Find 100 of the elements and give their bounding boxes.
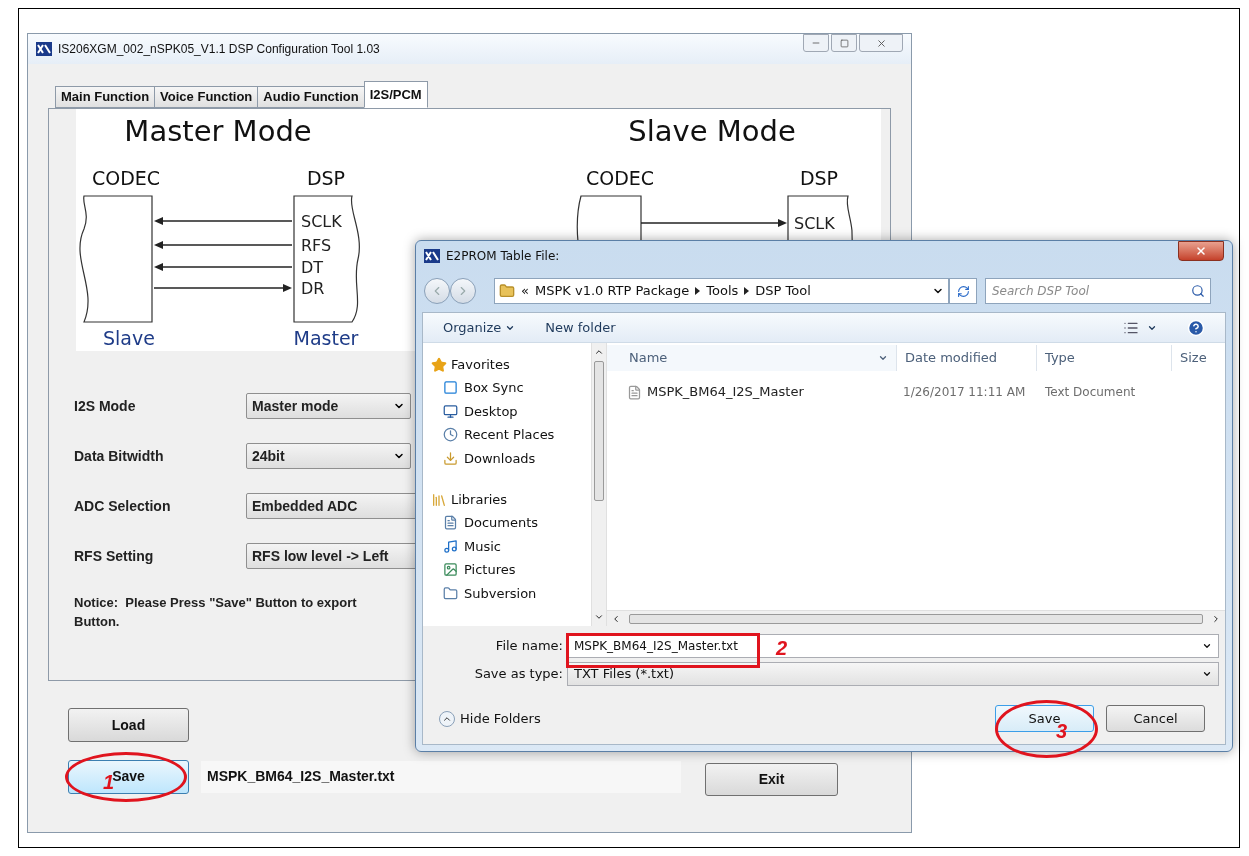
field-value: MSPK_BM64_I2S_Master.txt [207, 767, 395, 786]
block-label: CODEC [585, 167, 655, 189]
setting-label: ADC Selection [74, 496, 172, 516]
dropdown-value: TXT Files (*.txt) [574, 665, 674, 684]
refresh-button[interactable] [949, 278, 977, 304]
notice-text: Button. [74, 613, 120, 631]
dropdown-value: RFS low level -> Left [252, 546, 389, 566]
column-header[interactable]: Type [1037, 345, 1172, 371]
tab[interactable]: Main Function [55, 86, 156, 108]
signal-label: DT [301, 258, 324, 277]
tab[interactable]: Audio Function [257, 86, 365, 108]
field-label: File name: [494, 637, 563, 656]
signal-label: DR [301, 279, 325, 298]
setting-dropdown[interactable]: 24bit [246, 443, 411, 469]
field-label: Save as type: [473, 665, 563, 684]
diagram-title: Master Mode [124, 114, 312, 148]
help-icon[interactable] [1187, 318, 1205, 337]
file-name: MSPK_BM64_I2S_Master [647, 383, 804, 402]
library-icon [431, 491, 447, 508]
square-icon [443, 380, 458, 396]
column-header[interactable]: Date modified [897, 345, 1037, 371]
hide-folders-button[interactable]: Hide Folders [429, 708, 541, 729]
maximize-icon [839, 38, 849, 48]
exit-button[interactable]: Exit [705, 763, 838, 796]
caret-icon [1202, 669, 1212, 679]
download-icon [443, 450, 458, 466]
role-label: Master [293, 327, 359, 349]
file-row[interactable]: MSPK_BM64_I2S_Master 1/26/2017 11:11 AM Text Document [607, 380, 1225, 404]
scroll-down-icon[interactable] [594, 612, 604, 622]
breadcrumb-item[interactable]: MSPK v1.0 RTP Package [534, 281, 690, 301]
dialog-title: E2PROM Table File: [446, 248, 560, 265]
caret-icon [1202, 641, 1212, 651]
signal-label: RFS [301, 236, 332, 255]
setting-label: RFS Setting [74, 546, 155, 566]
folder-icon [499, 283, 515, 299]
horizontal-scrollbar[interactable] [607, 610, 1225, 626]
organize-menu[interactable]: Organize [443, 317, 516, 338]
dropdown-value: Master mode [252, 396, 339, 416]
field-value: MSPK_BM64_I2S_Master.txt [574, 638, 738, 655]
file-type: Text Document [1044, 384, 1136, 401]
close-button[interactable] [859, 34, 903, 52]
nav-item[interactable]: Box Sync [431, 376, 591, 400]
nav-item[interactable]: Downloads [431, 446, 591, 470]
breadcrumb-item[interactable]: « [521, 281, 529, 301]
signal-label: SCLK [301, 212, 342, 231]
folder-icon [443, 585, 458, 601]
block-label: DSP [799, 167, 839, 189]
file-name-field[interactable]: MSPK_BM64_I2S_Master.txt [201, 760, 681, 793]
notice-text: Notice: Please Press "Save" Button to export [74, 594, 357, 612]
file-date: 1/26/2017 11:11 AM [902, 384, 1027, 401]
breadcrumb-item[interactable]: DSP Tool [755, 281, 811, 301]
scroll-right-icon[interactable] [1211, 613, 1221, 624]
nav-item[interactable]: Subversion [431, 581, 591, 605]
block-label: DSP [306, 167, 346, 189]
address-bar[interactable]: « MSPK v1.0 RTP Package Tools DSP Tool [494, 278, 949, 304]
new-folder-button[interactable]: New folder [545, 317, 616, 338]
monitor-icon [443, 403, 458, 419]
close-icon [1195, 245, 1207, 257]
minimize-button[interactable] [803, 34, 829, 52]
refresh-icon [956, 284, 970, 298]
text-file-icon [627, 384, 642, 400]
file-type-dropdown[interactable]: TXT Files (*.txt) [567, 662, 1219, 686]
window-title: IS206XGM_002_nSPK05_V1.1 DSP Configuration Tool 1.03 [58, 41, 380, 58]
load-button[interactable]: Load [68, 708, 189, 742]
nav-group[interactable]: Favorites [431, 353, 591, 376]
setting-label: Data Bitwidth [74, 446, 165, 466]
diagram-title: Slave Mode [628, 114, 796, 148]
column-header[interactable]: Size [1172, 345, 1207, 371]
nav-item[interactable]: Desktop [431, 399, 591, 423]
signal-label: SCLK [794, 214, 835, 233]
cancel-button[interactable]: Cancel [1106, 705, 1205, 732]
document-icon [443, 515, 458, 531]
dropdown-value: Embedded ADC [252, 496, 358, 516]
column-header[interactable]: Name [607, 345, 897, 371]
step-number: 2 [776, 638, 788, 658]
app-icon [36, 42, 52, 56]
chevron-up-icon [439, 710, 455, 727]
search-icon [1191, 284, 1205, 298]
scroll-up-icon[interactable] [594, 347, 604, 357]
tab[interactable]: Voice Function [154, 86, 259, 108]
vertical-scrollbar[interactable] [591, 343, 607, 626]
scroll-left-icon[interactable] [611, 613, 621, 624]
caret-icon [878, 353, 888, 363]
close-button[interactable] [1178, 241, 1224, 261]
forward-button[interactable] [450, 278, 476, 304]
back-button[interactable] [424, 278, 450, 304]
scroll-thumb[interactable] [629, 613, 1203, 624]
block-label: CODEC [91, 167, 161, 189]
tab[interactable]: I2S/PCM [363, 81, 428, 108]
setting-dropdown[interactable]: Master mode [246, 393, 411, 419]
app-icon [424, 249, 440, 263]
music-note-icon [443, 538, 458, 554]
breadcrumb-item[interactable]: Tools [706, 281, 739, 301]
nav-item[interactable]: Recent Places [431, 423, 591, 447]
search-field[interactable]: Search DSP Tool [985, 278, 1211, 304]
scroll-thumb[interactable] [594, 361, 604, 501]
maximize-button[interactable] [831, 34, 857, 52]
separator-icon [695, 287, 701, 295]
role-label: Slave [103, 327, 155, 349]
setting-label: I2S Mode [74, 396, 137, 416]
